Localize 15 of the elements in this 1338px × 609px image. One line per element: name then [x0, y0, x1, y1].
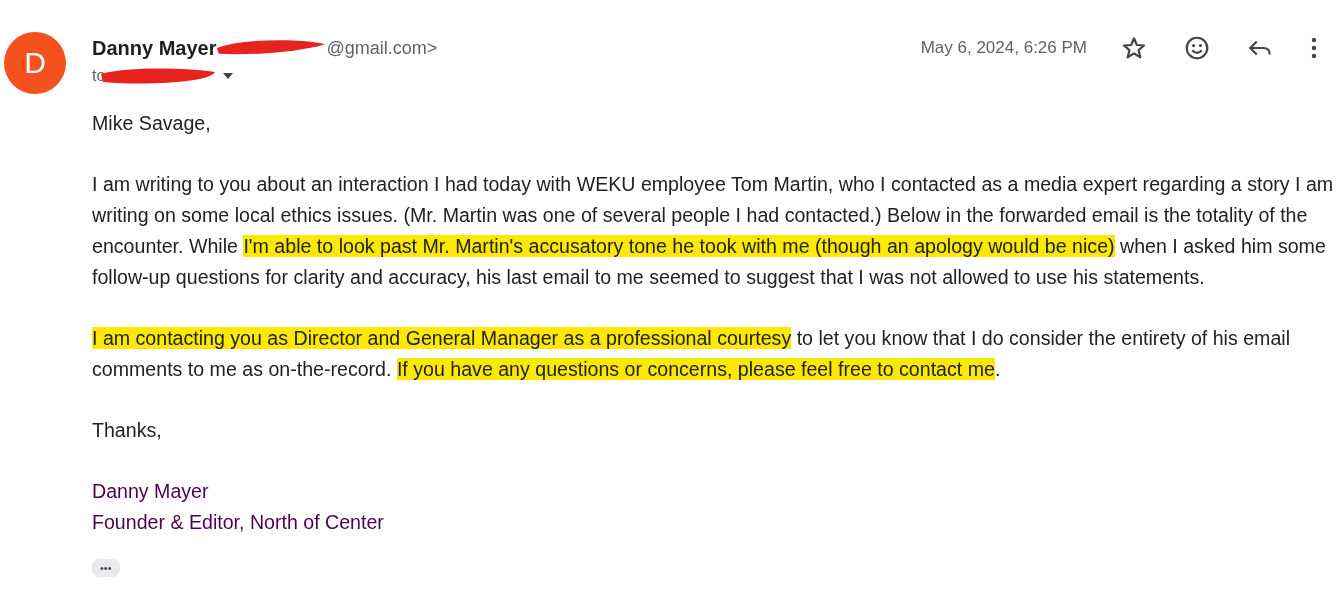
- emoji-icon[interactable]: [1184, 35, 1210, 61]
- body-paragraph: I am contacting you as Director and General Manager as a professional courtesy to let you know that I do consider the entirety of his email comments to me as on-the-record. If you have any questions or concerns, please feel free to contact me.: [92, 325, 1292, 382]
- avatar: D: [4, 32, 66, 94]
- signature-line: Founder & Editor, North of Center: [92, 510, 385, 536]
- sender-name: Danny Mayer: [92, 36, 217, 60]
- sender-email: @gmail.com>: [326, 37, 438, 59]
- caret-icon[interactable]: [223, 73, 234, 79]
- more-icon[interactable]: [1310, 36, 1318, 60]
- date-text: May 6, 2024, 6:26 PM: [920, 38, 1087, 58]
- greeting-text: Mike Savage,: [92, 111, 212, 136]
- body-paragraph: I am writing to you about an interaction I had today with WEKU employee Tom Martin, who I contacted as a media expert regarding a story I am writing on some local ethics issues. (Mr. Martin was one of several people I had contacted.) Below in the forwarded email is the totality of the encounter. While I'm able to look past Mr. Martin's accusatory tone he took with me (though an apology would be nice) when I asked him some follow-up questions for clarity and accuracy, his last email to me seemed to suggest that I was not allowed to use his statements.: [92, 172, 1334, 290]
- show-trimmed-button[interactable]: •••: [92, 558, 120, 577]
- closing-text: Thanks,: [92, 418, 163, 443]
- signature-line: Danny Mayer: [92, 479, 210, 505]
- star-icon[interactable]: [1121, 35, 1147, 61]
